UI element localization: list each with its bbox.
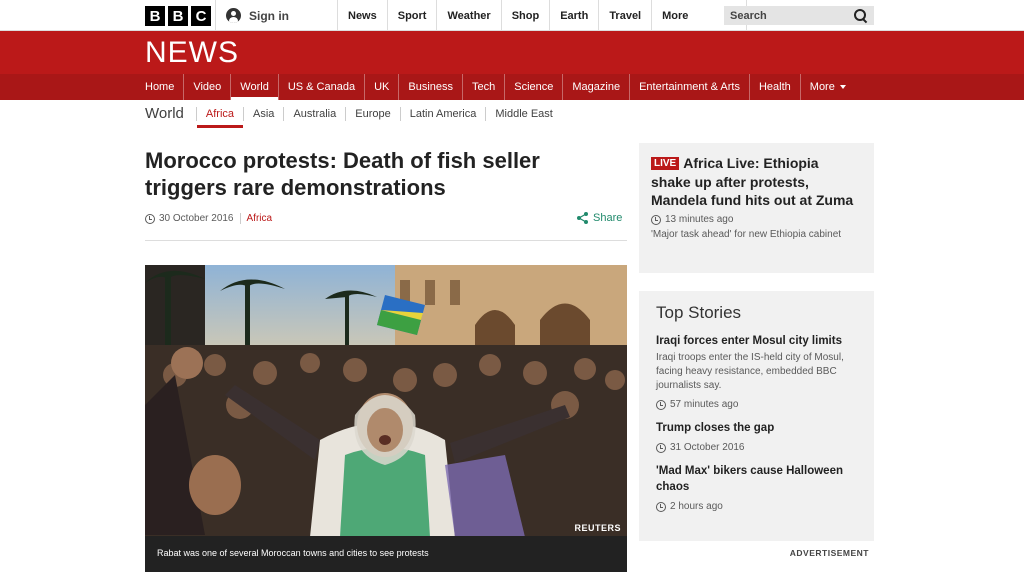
main-nav-business[interactable]: Business xyxy=(399,74,463,100)
story-item[interactable]: Iraqi forces enter Mosul city limits Ira… xyxy=(656,333,857,410)
logo-letter-b1: B xyxy=(145,6,165,26)
section-nav: World Africa Asia Australia Europe Latin… xyxy=(145,100,562,128)
main-nav: Home Video World US & Canada UK Business… xyxy=(0,74,1024,100)
section-nav-latin-america[interactable]: Latin America xyxy=(399,106,486,121)
section-nav-asia[interactable]: Asia xyxy=(243,106,283,121)
search-input[interactable]: Search xyxy=(724,6,874,25)
bbc-masthead: B B C Sign in News Sport Weather Shop Ea… xyxy=(0,0,1024,31)
clock-icon xyxy=(656,399,666,410)
live-title[interactable]: LIVE Africa Live: Ethiopia shake up after… xyxy=(651,154,862,209)
logo-letter-c: C xyxy=(191,6,211,26)
chevron-down-icon xyxy=(839,85,846,89)
clock-icon xyxy=(656,442,666,453)
live-promo[interactable]: LIVE Africa Live: Ethiopia shake up after… xyxy=(639,143,874,273)
story-time-label: 2 hours ago xyxy=(670,501,723,512)
article-meta: 30 October 2016 Africa xyxy=(145,213,272,224)
story-item[interactable]: 'Mad Max' bikers cause Halloween chaos 2… xyxy=(656,463,857,512)
clock-icon xyxy=(145,213,155,224)
main-nav-magazine[interactable]: Magazine xyxy=(563,74,631,100)
top-nav-weather[interactable]: Weather xyxy=(436,0,500,31)
main-nav-entertainment-arts[interactable]: Entertainment & Arts xyxy=(630,74,750,100)
top-nav-shop[interactable]: Shop xyxy=(500,0,550,31)
signin-label: Sign in xyxy=(249,8,289,23)
top-nav-earth[interactable]: Earth xyxy=(549,0,598,31)
main-nav-uk[interactable]: UK xyxy=(365,74,400,100)
main-nav-world[interactable]: World xyxy=(231,74,279,100)
photo-caption: Rabat was one of several Moroccan towns … xyxy=(145,536,627,572)
clock-icon xyxy=(651,214,661,225)
logo-letter-b2: B xyxy=(168,6,188,26)
section-nav-australia[interactable]: Australia xyxy=(283,106,345,121)
top-nav-sport[interactable]: Sport xyxy=(386,0,437,31)
live-badge: LIVE xyxy=(651,157,680,170)
article-section-tag[interactable]: Africa xyxy=(247,213,273,224)
top-nav-news[interactable]: News xyxy=(337,0,387,31)
top-nav: News Sport Weather Shop Earth Travel Mor… xyxy=(337,0,748,31)
live-time-label: 13 minutes ago xyxy=(665,214,734,225)
story-time-label: 57 minutes ago xyxy=(670,399,739,410)
news-wordmark[interactable]: NEWS xyxy=(145,36,239,70)
story-title[interactable]: Iraqi forces enter Mosul city limits xyxy=(656,333,857,349)
photo-credit: REUTERS xyxy=(574,523,621,533)
user-icon xyxy=(226,8,241,23)
story-time: 2 hours ago xyxy=(656,501,857,512)
story-item[interactable]: Trump closes the gap 31 October 2016 xyxy=(656,420,857,453)
live-headline: Africa Live: Ethiopia shake up after pro… xyxy=(651,155,854,208)
news-banner: NEWS xyxy=(0,31,1024,74)
clock-icon xyxy=(656,501,666,512)
bbc-logo[interactable]: B B C xyxy=(145,6,211,26)
article-photo[interactable]: REUTERS Rabat was one of several Morocca… xyxy=(145,265,627,572)
protest-crowd-image xyxy=(145,265,627,537)
main-nav-science[interactable]: Science xyxy=(505,74,564,100)
top-nav-travel[interactable]: Travel xyxy=(598,0,651,31)
section-nav-africa[interactable]: Africa xyxy=(195,106,244,128)
story-summary: Iraqi troops enter the IS-held city of M… xyxy=(656,352,844,391)
main-nav-health[interactable]: Health xyxy=(750,74,801,100)
main-nav-us-canada[interactable]: US & Canada xyxy=(279,74,366,100)
section-title[interactable]: World xyxy=(145,105,184,122)
share-icon xyxy=(577,212,588,224)
live-time: 13 minutes ago xyxy=(651,214,862,225)
main-nav-more[interactable]: More xyxy=(801,74,855,100)
story-time-label: 31 October 2016 xyxy=(670,442,745,453)
article-date: 30 October 2016 xyxy=(159,213,234,224)
story-title[interactable]: 'Mad Max' bikers cause Halloween chaos xyxy=(656,463,857,495)
advertisement-label: ADVERTISEMENT xyxy=(789,548,869,558)
main-nav-video[interactable]: Video xyxy=(184,74,232,100)
top-stories-heading: Top Stories xyxy=(656,303,742,322)
section-nav-europe[interactable]: Europe xyxy=(345,106,399,121)
article-headline: Morocco protests: Death of fish seller t… xyxy=(145,148,540,200)
story-time: 31 October 2016 xyxy=(656,442,857,453)
signin-link[interactable]: Sign in xyxy=(215,0,289,31)
meta-divider xyxy=(239,213,241,224)
share-button[interactable]: Share xyxy=(577,212,622,224)
main-nav-home[interactable]: Home xyxy=(145,74,185,100)
story-title[interactable]: Trump closes the gap xyxy=(656,420,857,436)
section-nav-middle-east[interactable]: Middle East xyxy=(485,106,561,121)
share-label: Share xyxy=(593,212,623,224)
article-divider xyxy=(145,240,627,241)
top-nav-more-label: More xyxy=(662,9,689,22)
search-placeholder: Search xyxy=(730,9,767,22)
main-nav-more-label: More xyxy=(809,81,835,93)
main-nav-tech[interactable]: Tech xyxy=(463,74,506,100)
top-stories-panel: Top Stories Iraqi forces enter Mosul cit… xyxy=(639,291,874,541)
live-summary: 'Major task ahead' for new Ethiopia cabi… xyxy=(651,229,842,240)
search-icon[interactable] xyxy=(854,8,868,23)
story-time: 57 minutes ago xyxy=(656,399,857,410)
